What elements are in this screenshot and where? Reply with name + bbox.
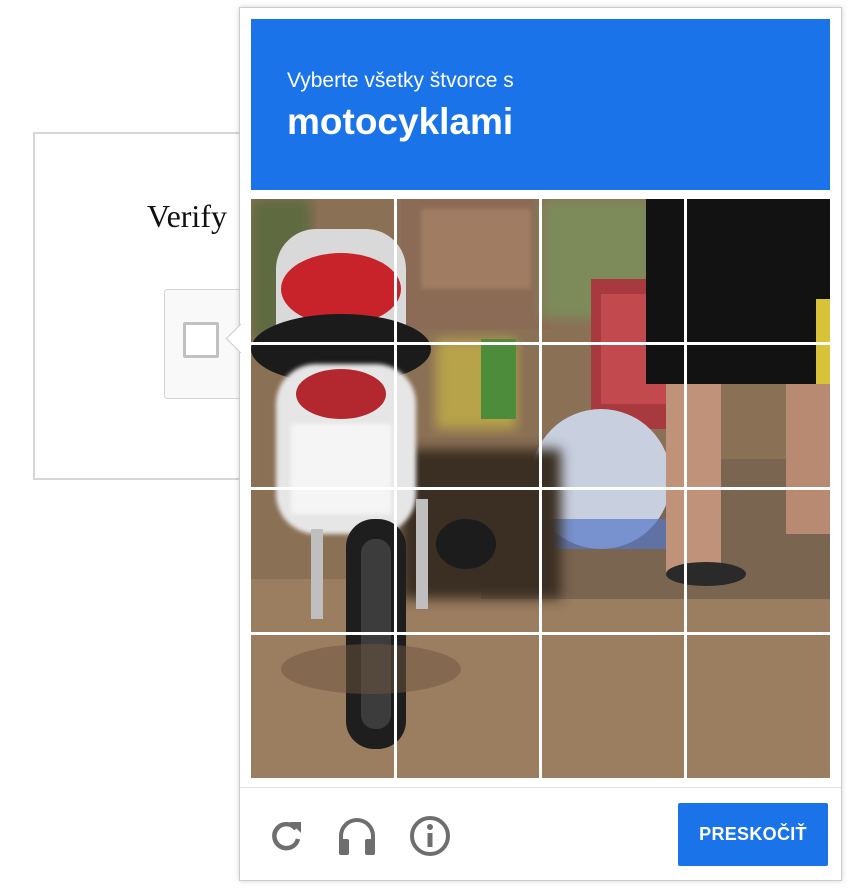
grid-tile[interactable] xyxy=(686,489,830,634)
grid-tile[interactable] xyxy=(686,634,830,778)
grid-tile[interactable] xyxy=(541,634,686,778)
grid-tile[interactable] xyxy=(541,344,686,489)
challenge-header: Vyberte všetky štvorce s motocyklami xyxy=(251,19,830,190)
grid-tile[interactable] xyxy=(251,199,396,344)
challenge-instruction: Vyberte všetky štvorce s xyxy=(287,69,514,92)
reload-icon[interactable] xyxy=(264,814,308,858)
image-grid xyxy=(251,199,830,778)
grid-tile[interactable] xyxy=(396,199,541,344)
info-icon[interactable] xyxy=(408,814,452,858)
challenge-target: motocyklami xyxy=(287,101,514,142)
grid-tile[interactable] xyxy=(396,489,541,634)
grid-tile[interactable] xyxy=(541,489,686,634)
captcha-challenge-popup: Vyberte všetky štvorce s motocyklami PRE… xyxy=(225,7,842,881)
headphones-icon[interactable] xyxy=(335,814,379,858)
grid-tile[interactable] xyxy=(396,634,541,778)
verify-title: Verify xyxy=(147,198,227,234)
grid-tile[interactable] xyxy=(686,199,830,344)
grid-tile[interactable] xyxy=(541,199,686,344)
grid-tile[interactable] xyxy=(686,344,830,489)
footer-divider xyxy=(240,787,841,788)
skip-button[interactable]: PRESKOČIŤ xyxy=(678,803,828,866)
grid-tile[interactable] xyxy=(251,634,396,778)
grid-tile[interactable] xyxy=(251,344,396,489)
recaptcha-checkbox[interactable] xyxy=(183,322,219,358)
grid-tile[interactable] xyxy=(251,489,396,634)
grid-tile[interactable] xyxy=(396,344,541,489)
